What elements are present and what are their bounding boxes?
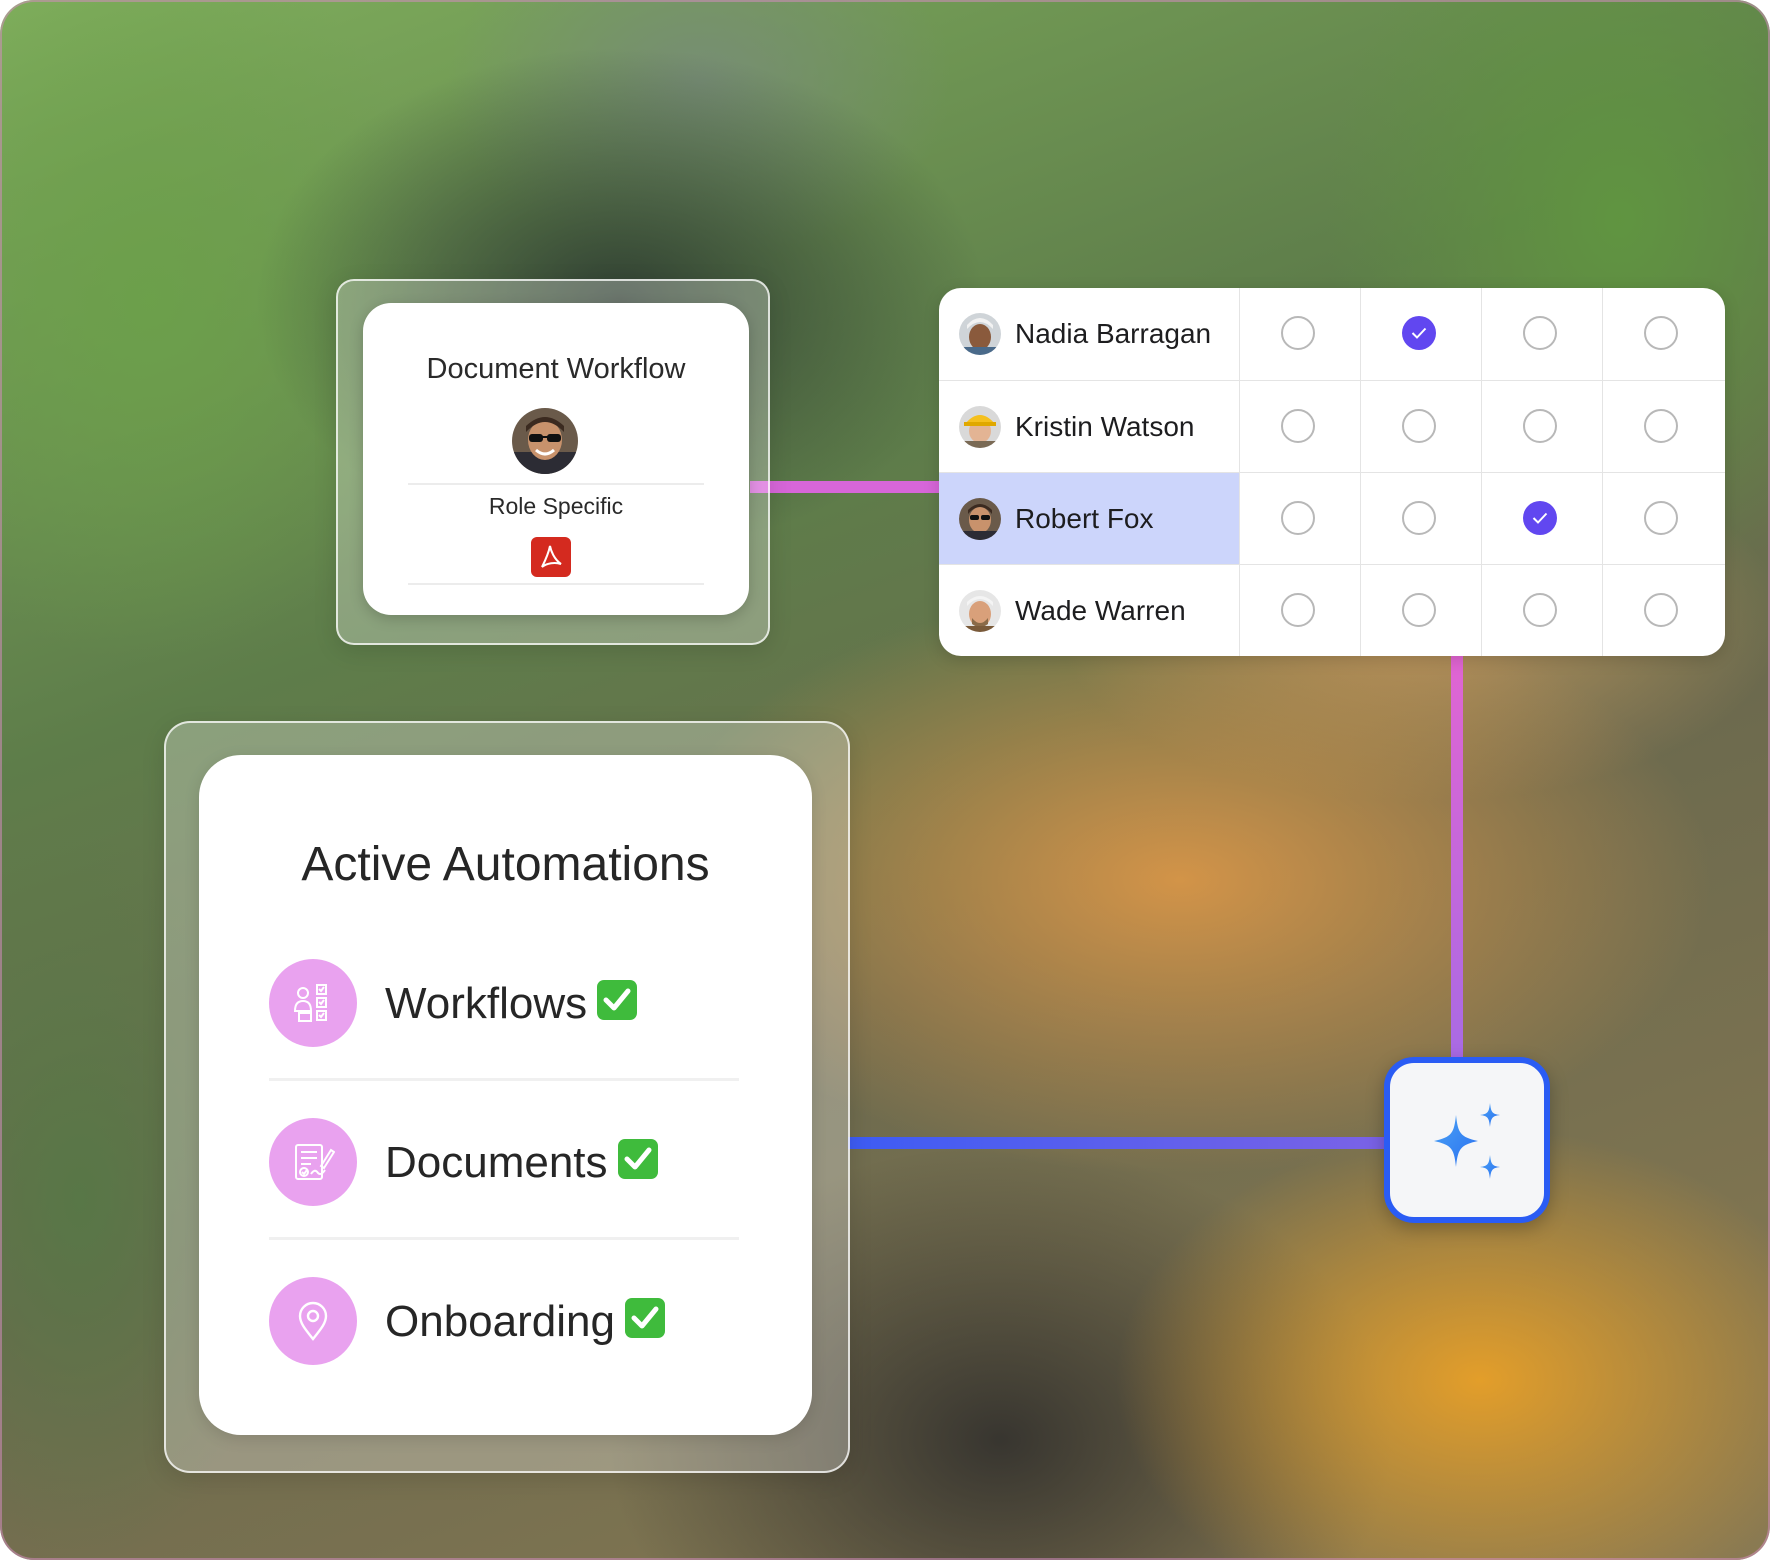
sparkles-icon xyxy=(1434,1103,1500,1179)
table-cell xyxy=(1239,473,1361,565)
radio-button[interactable] xyxy=(1644,316,1678,350)
table-row-name-cell[interactable]: Nadia Barragan xyxy=(939,288,1240,380)
person-name: Robert Fox xyxy=(1015,503,1154,534)
table-cell xyxy=(1360,473,1482,565)
radio-button[interactable] xyxy=(1644,501,1678,535)
ai-sparkle-button[interactable] xyxy=(1384,1057,1550,1223)
signed-document-icon xyxy=(269,1118,357,1206)
table-cell xyxy=(1602,381,1723,473)
radio-button[interactable] xyxy=(1523,409,1557,443)
radio-button[interactable] xyxy=(1402,501,1436,535)
pdf-icon[interactable] xyxy=(531,537,571,577)
automation-label-text: Onboarding xyxy=(385,1297,615,1346)
table-row: Kristin Watson xyxy=(939,381,1725,473)
avatar xyxy=(959,590,1001,632)
radio-button-checked[interactable] xyxy=(1402,316,1436,350)
check-mark-button-emoji xyxy=(597,980,638,1020)
table-row: Wade Warren xyxy=(939,565,1725,656)
avatar xyxy=(959,406,1001,448)
table-cell xyxy=(1602,565,1723,656)
avatar xyxy=(512,408,578,474)
person-name: Wade Warren xyxy=(1015,595,1186,626)
divider xyxy=(269,1078,739,1081)
connector-table-to-ai xyxy=(1451,656,1463,1060)
radio-button-checked[interactable] xyxy=(1523,501,1557,535)
radio-button[interactable] xyxy=(1644,409,1678,443)
radio-button[interactable] xyxy=(1281,593,1315,627)
connector-automations-to-ai xyxy=(848,1137,1386,1149)
active-automations-title: Active Automations xyxy=(301,838,710,891)
check-mark-button-emoji xyxy=(624,1298,665,1338)
table-row-name-cell-selected[interactable]: Robert Fox xyxy=(939,473,1240,565)
automation-label-text: Documents xyxy=(385,1138,608,1187)
table-cell xyxy=(1481,473,1603,565)
radio-button[interactable] xyxy=(1523,593,1557,627)
table-cell xyxy=(1481,381,1603,473)
connector-doc-to-table xyxy=(750,481,940,493)
check-icon xyxy=(1411,327,1427,339)
table-cell xyxy=(1602,473,1723,565)
table-cell xyxy=(1481,565,1603,656)
automation-item-onboarding[interactable]: Onboarding xyxy=(269,1277,749,1367)
table-row-name-cell[interactable]: Wade Warren xyxy=(939,565,1240,656)
assignment-table: Nadia Barragan Kristin Watson Robert Fox… xyxy=(939,288,1725,656)
document-workflow-title: Document Workflow xyxy=(426,353,686,385)
automation-item-workflows[interactable]: Workflows xyxy=(269,959,749,1049)
radio-button[interactable] xyxy=(1402,409,1436,443)
avatar xyxy=(959,313,1001,355)
radio-button[interactable] xyxy=(1402,593,1436,627)
table-cell xyxy=(1481,288,1603,380)
radio-button[interactable] xyxy=(1523,316,1557,350)
table-cell xyxy=(1239,381,1361,473)
check-icon xyxy=(1532,512,1548,524)
table-cell xyxy=(1360,565,1482,656)
radio-button[interactable] xyxy=(1644,593,1678,627)
table-row-name-cell[interactable]: Kristin Watson xyxy=(939,381,1240,473)
radio-button[interactable] xyxy=(1281,409,1315,443)
person-name: Nadia Barragan xyxy=(1015,318,1212,349)
automation-label: Onboarding xyxy=(385,1297,665,1347)
table-row: Nadia Barragan xyxy=(939,288,1725,380)
table-cell xyxy=(1239,288,1361,380)
person-name: Kristin Watson xyxy=(1015,411,1195,442)
role-label: Role Specific xyxy=(488,493,624,519)
avatar xyxy=(959,498,1001,540)
table-cell xyxy=(1360,288,1482,380)
automation-label: Documents xyxy=(385,1138,658,1188)
check-mark-button-emoji xyxy=(617,1139,658,1179)
table-cell xyxy=(1239,565,1361,656)
divider xyxy=(408,483,704,485)
automation-item-documents[interactable]: Documents xyxy=(269,1118,749,1208)
table-row: Robert Fox xyxy=(939,473,1725,565)
automation-label: Workflows xyxy=(385,979,638,1029)
divider xyxy=(269,1237,739,1240)
automation-label-text: Workflows xyxy=(385,979,588,1028)
workflow-checklist-icon xyxy=(269,959,357,1047)
radio-button[interactable] xyxy=(1281,501,1315,535)
table-cell xyxy=(1360,381,1482,473)
document-workflow-card[interactable]: Document Workflow Role Specific xyxy=(363,303,749,615)
location-pin-icon xyxy=(269,1277,357,1365)
table-cell xyxy=(1602,288,1723,380)
active-automations-card: Active Automations Workflows Documents O… xyxy=(199,755,812,1435)
radio-button[interactable] xyxy=(1281,316,1315,350)
divider xyxy=(408,583,704,585)
